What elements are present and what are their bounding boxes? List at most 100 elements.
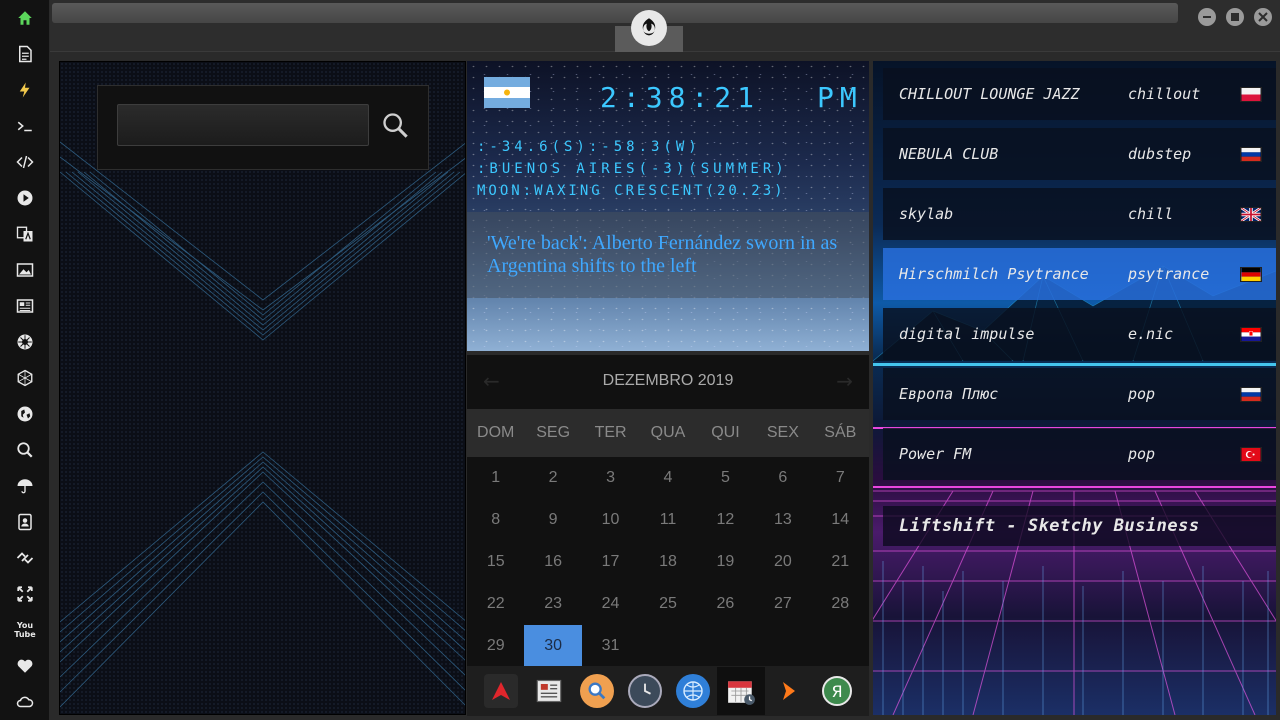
minimize-button[interactable] — [1198, 8, 1216, 26]
search-icon[interactable] — [13, 438, 37, 462]
calendar-day[interactable]: 27 — [754, 583, 811, 625]
maximize-button[interactable] — [1226, 8, 1244, 26]
calendar-day[interactable]: 7 — [812, 457, 869, 499]
terminal-icon[interactable] — [13, 114, 37, 138]
document-icon[interactable] — [13, 42, 37, 66]
arch-icon — [484, 674, 518, 708]
station-item[interactable]: Power FM pop — [883, 428, 1276, 480]
calendar-day[interactable]: 11 — [639, 499, 696, 541]
calendar-day[interactable]: 15 — [467, 541, 524, 583]
news-headline[interactable]: 'We're back': Alberto Fernández sworn in… — [487, 232, 837, 277]
lightning-icon[interactable] — [13, 78, 37, 102]
location-text: :BUENOS AIRES(-3)(SUMMER) — [477, 161, 788, 177]
link-icon[interactable] — [13, 546, 37, 570]
dock-search-app[interactable] — [573, 667, 621, 715]
calendar-day[interactable]: 3 — [582, 457, 639, 499]
dock-clock-app[interactable] — [621, 667, 669, 715]
calendar-day[interactable]: 2 — [524, 457, 581, 499]
dock-news-reader-app[interactable] — [525, 667, 573, 715]
image-icon[interactable] — [13, 258, 37, 282]
weekday-label: SÁB — [824, 424, 857, 441]
calendar-day[interactable]: 22 — [467, 583, 524, 625]
rebel-alliance-logo-icon[interactable] — [631, 10, 667, 46]
station-item[interactable]: skylab chill — [883, 188, 1276, 240]
clock-ampm: PM — [817, 81, 863, 114]
station-item[interactable]: Европа Плюс pop — [883, 368, 1276, 420]
calendar-day[interactable]: 9 — [524, 499, 581, 541]
station-name: Hirschmilch Psytrance — [899, 265, 1089, 283]
station-genre: chill — [1128, 205, 1174, 223]
calendar-day[interactable]: 31 — [582, 625, 639, 667]
station-item[interactable]: NEBULA CLUB dubstep — [883, 128, 1276, 180]
calendar-day[interactable]: 19 — [697, 541, 754, 583]
youtube-icon[interactable]: You Tube — [13, 618, 37, 642]
dock-play-app[interactable] — [765, 667, 813, 715]
globe-icon[interactable] — [13, 402, 37, 426]
calendar-day[interactable]: 25 — [639, 583, 696, 625]
dock-arch-app[interactable] — [477, 667, 525, 715]
calendar-day[interactable]: 1 — [467, 457, 524, 499]
calendar-day[interactable]: 28 — [812, 583, 869, 625]
calendar-day[interactable]: 13 — [754, 499, 811, 541]
calendar-day[interactable]: 14 — [812, 499, 869, 541]
calendar-day[interactable]: 6 — [754, 457, 811, 499]
umbrella-icon[interactable] — [13, 474, 37, 498]
code-icon[interactable] — [13, 150, 37, 174]
station-item[interactable]: digital impulse e.nic — [883, 308, 1276, 360]
calendar-day[interactable]: 5 — [697, 457, 754, 499]
dock-browser-app[interactable] — [669, 667, 717, 715]
news-ticker[interactable]: 'We're back': Alberto Fernández sworn in… — [467, 212, 869, 298]
calendar-day-today[interactable]: 30 — [524, 625, 582, 667]
jedi-emblem-icon[interactable] — [13, 330, 37, 354]
search-input[interactable] — [117, 104, 369, 146]
search-box — [97, 85, 429, 170]
now-playing-title: Liftshift - Sketchy Business — [899, 516, 1200, 536]
station-name: NEBULA CLUB — [899, 145, 999, 163]
calendar-day[interactable]: 21 — [812, 541, 869, 583]
calendar-day[interactable]: 26 — [697, 583, 754, 625]
calendar-day[interactable]: 12 — [697, 499, 754, 541]
calendar-day[interactable]: 29 — [467, 625, 524, 667]
calendar-day[interactable]: 18 — [639, 541, 696, 583]
station-genre: psytrance — [1128, 265, 1210, 283]
calendar: ← DEZEMBRO 2019 → DOM SEG TER QUA QUI SE… — [467, 355, 869, 667]
dock-yandex-app[interactable]: Я — [813, 667, 861, 715]
calendar-day[interactable]: 10 — [582, 499, 639, 541]
hexagon-icon[interactable] — [13, 366, 37, 390]
play-icon[interactable] — [13, 186, 37, 210]
weekday-row: DOM SEG TER QUA QUI SEX SÁB — [467, 409, 869, 457]
translate-icon[interactable] — [13, 222, 37, 246]
weekday-label: SEG — [536, 424, 571, 441]
magnifier-icon — [383, 113, 408, 138]
calendar-day[interactable]: 4 — [639, 457, 696, 499]
close-button[interactable] — [1254, 8, 1272, 26]
cloud-icon[interactable] — [13, 690, 37, 714]
calendar-day[interactable]: 24 — [582, 583, 639, 625]
contacts-icon[interactable] — [13, 510, 37, 534]
calendar-day[interactable]: 8 — [467, 499, 524, 541]
home-icon[interactable] — [13, 6, 37, 30]
clock-time: 2:38:21 — [600, 81, 761, 114]
heart-icon[interactable] — [13, 654, 37, 678]
search-button[interactable] — [378, 108, 412, 142]
next-month-icon[interactable]: → — [836, 369, 853, 393]
moon-phase-text: MOON:WAXING CRESCENT(20.23) — [477, 183, 786, 199]
russia-flag-icon — [1240, 386, 1262, 402]
news-icon[interactable] — [13, 294, 37, 318]
calendar-grid: 1 2 3 4 5 6 7 8 9 10 11 12 13 14 15 16 17 18 19 20 21 22 23 24 2… — [467, 457, 869, 667]
title-bar — [50, 0, 1280, 52]
weekday-label: QUI — [711, 424, 740, 441]
title-field[interactable] — [52, 3, 1178, 23]
dock-calendar-app[interactable] — [717, 667, 765, 715]
calendar-day[interactable]: 23 — [524, 583, 581, 625]
calendar-day[interactable]: 16 — [524, 541, 581, 583]
clock-panel: 2:38:21 PM :-34.6(S):-58.3(W) :BUENOS AI… — [467, 61, 869, 351]
station-item[interactable]: CHILLOUT LOUNGE JAZZ chillout — [883, 68, 1276, 120]
station-item-selected[interactable]: Hirschmilch Psytrance psytrance — [883, 248, 1276, 300]
news-reader-icon — [532, 674, 566, 708]
calendar-day[interactable]: 20 — [754, 541, 811, 583]
fullscreen-icon[interactable] — [13, 582, 37, 606]
prev-month-icon[interactable]: ← — [483, 369, 500, 393]
argentina-flag-icon — [484, 77, 530, 108]
calendar-day[interactable]: 17 — [582, 541, 639, 583]
